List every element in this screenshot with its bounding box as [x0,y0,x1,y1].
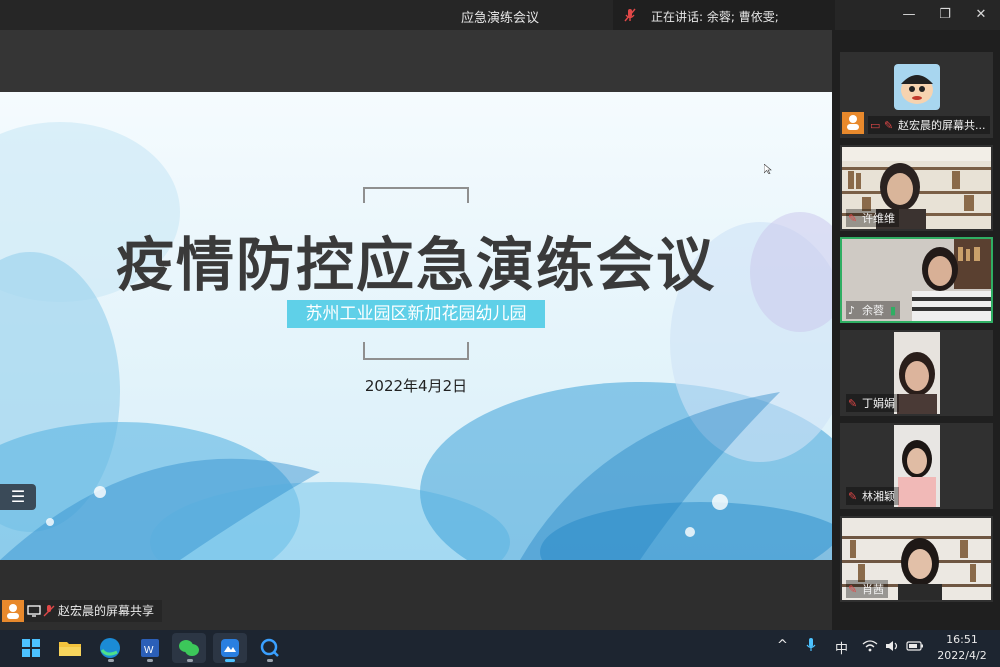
user-avatar-icon [2,600,24,622]
slide-date: 2022年4月2日 [364,377,468,395]
mic-icon: ♪ [848,304,856,317]
muted-mic-icon: ✎ [848,212,858,225]
muted-mic-icon: ✎ [848,583,858,596]
slide-title: 疫情防控应急演练会议 [115,231,716,299]
participant-tile[interactable]: ✎ 肖茜 [840,516,993,602]
taskbar-clock[interactable]: 16:51 2022/4/2 [930,632,994,664]
title-bar: 应急演练会议 正在讲话: 余蓉; 曹依雯; — ❐ ✕ [0,0,1000,30]
muted-mic-icon: ✎ [884,119,894,132]
participant-name: ✎ 丁娟娟 [846,394,899,412]
participant-name: ♪ 余蓉 ▮ [846,301,901,319]
taskbar-running-indicator [267,659,273,662]
window-title: 应急演练会议 [460,11,539,26]
svg-text:W: W [144,645,154,656]
screen-share-icon: ▭ [870,119,881,132]
taskbar-active-indicator [225,659,235,662]
participant-name: ✎ 肖茜 [846,580,888,598]
wifi-icon[interactable] [862,639,878,653]
battery-icon[interactable] [906,639,924,653]
taskbar-running-indicator [187,659,193,662]
ime-indicator[interactable]: 中 [835,638,848,657]
speaking-indicator: 正在讲话: 余蓉; 曹依雯; [613,0,835,30]
clock-time: 16:51 [946,633,978,646]
participant-name: ✎ 许维维 [846,209,899,227]
participant-name: ▭ ✎ 赵宏晨的屏幕共... [868,116,990,134]
share-label-text: 赵宏晨的屏幕共享 [58,604,155,618]
windows-start-icon[interactable] [14,633,48,663]
muted-mic-icon: ✎ [848,397,858,410]
close-button[interactable]: ✕ [963,0,999,30]
participant-name: ✎ 林湘颖 [846,487,899,505]
microphone-icon[interactable] [805,637,817,653]
file-explorer-icon[interactable] [53,633,87,663]
speaking-text: 正在讲话: 余蓉; 曹依雯; [651,10,779,24]
clock-date: 2022/4/2 [937,649,987,662]
participant-tile[interactable]: ✎ 许维维 [840,145,993,231]
muted-mic-icon: ✎ [848,490,858,503]
restore-button[interactable]: ❐ [927,0,963,30]
tray-chevron-icon[interactable]: ^ [777,638,788,653]
screen-share-label: 赵宏晨的屏幕共享 [2,600,163,622]
title-frame-top [363,187,469,203]
participant-tile[interactable]: ✎ 丁娟娟 [840,330,993,416]
speaker-icon[interactable] [885,639,901,653]
participant-tile[interactable]: ▭ ✎ 赵宏晨的屏幕共... [840,52,993,138]
share-top-area [0,30,832,92]
minimize-button[interactable]: — [891,0,927,30]
shared-slide: 疫情防控应急演练会议 苏州工业园区新加花园幼儿园 2022年4月2日 ☰ [0,92,832,560]
participant-sidebar: ▭ ✎ 赵宏晨的屏幕共... ✎ 许维维 ♪ 余蓉 ▮ ✎ 丁娟娟 ✎ 林湘颖 … [832,30,1000,630]
screen-share-icon [27,605,41,617]
muted-mic-icon [43,605,55,617]
meeting-window: 应急演练会议 正在讲话: 余蓉; 曹依雯; — ❐ ✕ 疫情防控应急演练会议 苏… [0,0,1000,630]
slide-subtitle: 苏州工业园区新加花园幼儿园 [287,300,545,328]
volume-level-icon: ▮ [890,304,897,317]
title-frame-bottom [363,342,469,360]
slide-list-button[interactable]: ☰ [0,484,36,510]
participant-tile-speaking[interactable]: ♪ 余蓉 ▮ [840,237,993,323]
taskbar-running-indicator [147,659,153,662]
taskbar-running-indicator [108,659,114,662]
participant-tile[interactable]: ✎ 林湘颖 [840,423,993,509]
muted-mic-icon [624,8,636,22]
mouse-cursor-icon [764,164,772,174]
